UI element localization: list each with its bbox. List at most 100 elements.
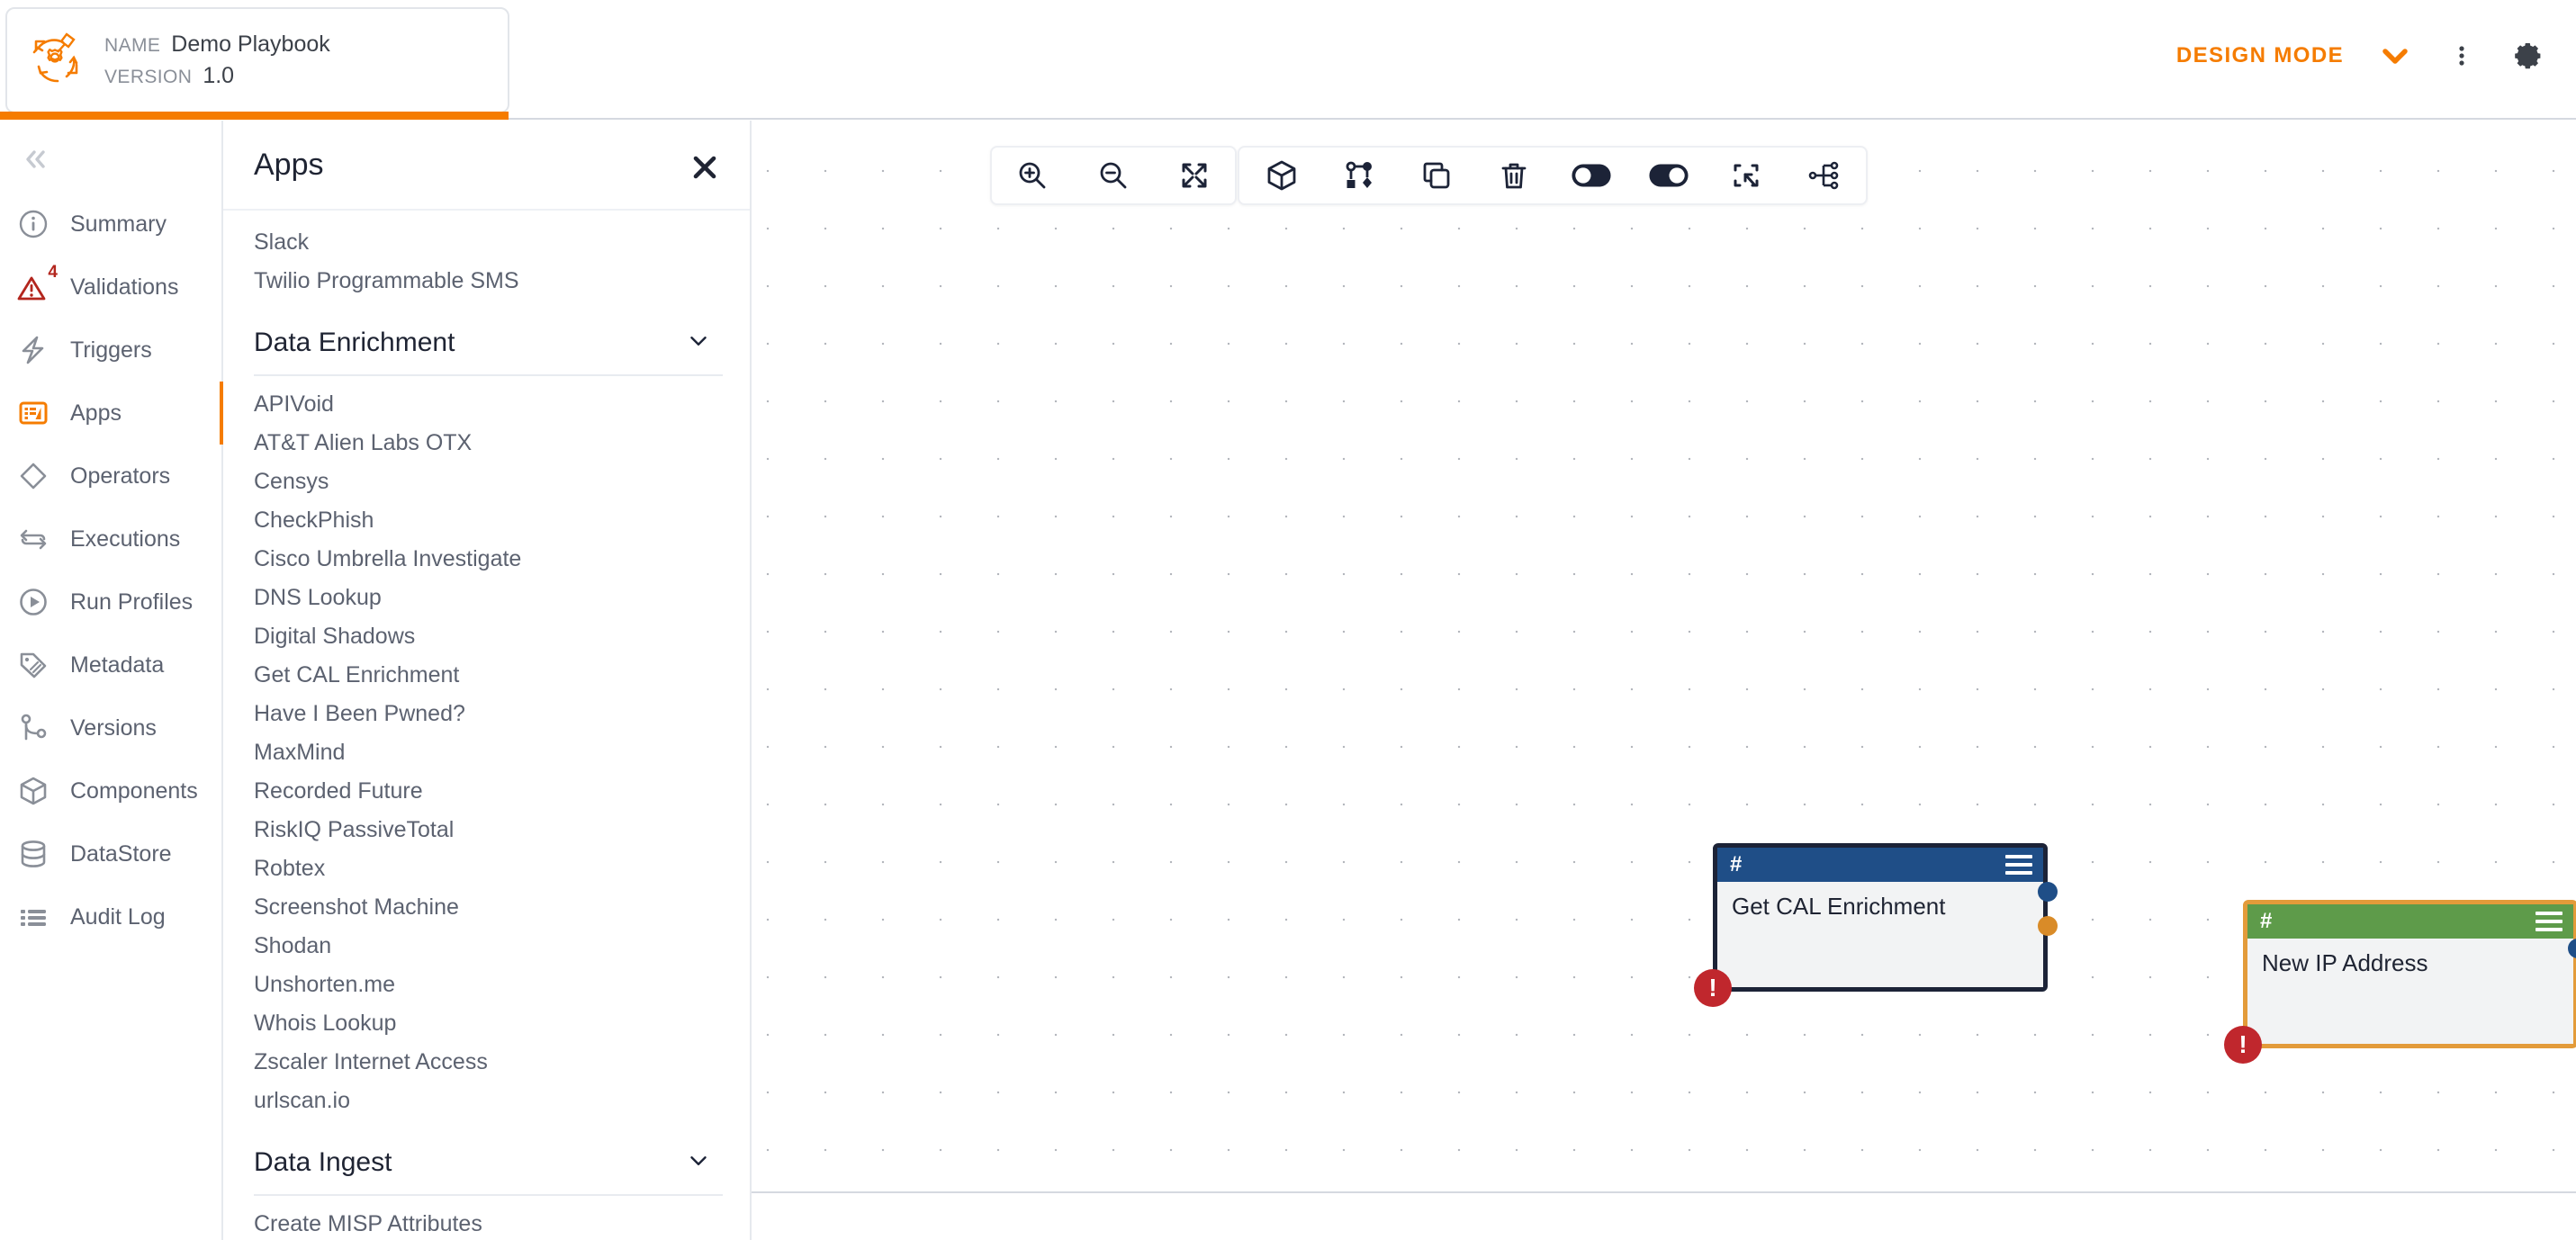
app-list-item[interactable]: Shodan [223,927,750,966]
chevron-down-icon[interactable] [685,328,712,359]
fit-screen-icon[interactable] [1174,155,1215,196]
app-list-item[interactable]: Slack [223,223,750,262]
left-nav-rail: Summary 4 Validations Triggers Apps Oper… [0,121,225,1240]
playbook-version-row: VERSION 1.0 [104,63,330,89]
sidebar-label: Versions [70,714,157,741]
sidebar-label: Components [70,777,198,804]
node-error-badge[interactable]: ! [1694,969,1732,1007]
chevron-down-icon[interactable] [685,1147,712,1179]
apps-form-icon [14,394,52,432]
group-divider [254,1194,723,1196]
node-body: New IP Address [2247,939,2573,1044]
sidebar-label: Summary [70,211,167,237]
workflow-canvas[interactable]: # Get CAL Enrichment! # New IP Address! [752,121,2576,1191]
node-header: # [2247,904,2573,939]
cube-icon[interactable] [1261,155,1302,196]
app-list-item[interactable]: DNS Lookup [223,579,750,617]
node-menu-icon[interactable] [2535,912,2562,931]
app-list-item[interactable]: Cisco Umbrella Investigate [223,540,750,579]
cube-icon [14,772,52,810]
apps-panel: Apps Slack Twilio Programmable SMS Data En… [223,121,752,1240]
group-divider [254,374,723,376]
warning-triangle-icon: 4 [14,263,58,306]
sidebar-item-components[interactable]: Components [0,759,223,822]
app-list-item[interactable]: APIVoid [223,385,750,424]
app-list-item[interactable]: Recorded Future [223,772,750,811]
sidebar-item-versions[interactable]: Versions [0,696,223,759]
output-port-orange[interactable] [2038,916,2058,936]
trash-icon[interactable] [1493,155,1535,196]
hierarchy-icon[interactable] [1803,155,1844,196]
node-error-badge[interactable]: ! [2224,1026,2262,1064]
app-list-item[interactable]: Censys [223,463,750,501]
app-list-item[interactable]: Get CAL Enrichment [223,656,750,695]
toggle-on-icon[interactable] [1648,155,1689,196]
app-group-title: Data Ingest [254,1147,392,1177]
app-list-item[interactable]: Digital Shadows [223,617,750,656]
sidebar-item-metadata[interactable]: Metadata [0,633,223,696]
sidebar-item-validations[interactable]: 4 Validations [0,256,223,319]
app-group-header[interactable]: Data Enrichment [223,311,750,374]
node-header: # [1717,848,2043,882]
app-list-item[interactable]: CheckPhish [223,501,750,540]
node-title: New IP Address [2262,949,2428,976]
app-group-title: Data Enrichment [254,328,455,357]
zoom-toolbar [990,146,1237,205]
app-group-header[interactable]: Data Ingest [223,1131,750,1194]
more-vertical-icon[interactable] [2446,35,2477,76]
copy-icon[interactable] [1416,155,1457,196]
sidebar-item-operators[interactable]: Operators [0,445,223,508]
sidebar-item-executions[interactable]: Executions [0,508,223,571]
toggle-off-icon[interactable] [1571,155,1612,196]
sidebar-label: DataStore [70,840,172,867]
app-list-item[interactable]: Create MISP Attributes [223,1205,750,1240]
app-list-item[interactable]: Twilio Programmable SMS [223,262,750,301]
zoom-out-icon[interactable] [1093,155,1134,196]
settings-gear-icon[interactable] [2508,35,2549,76]
node-graph-icon[interactable] [1338,155,1380,196]
app-list-item[interactable]: RiskIQ PassiveTotal [223,811,750,849]
apps-panel-list[interactable]: Slack Twilio Programmable SMS Data Enrichm… [223,211,750,1240]
sidebar-item-datastore[interactable]: DataStore [0,822,223,885]
diamond-icon [14,457,52,495]
collapse-sidebar-button[interactable] [14,139,56,180]
output-port-blue[interactable] [2038,882,2058,902]
sidebar-item-apps[interactable]: Apps [0,382,225,445]
node-menu-icon[interactable] [2005,855,2032,875]
sidebar-nav-list: Summary 4 Validations Triggers Apps Oper… [0,193,225,948]
node-get-cal-enrichment[interactable]: # Get CAL Enrichment! [1694,843,2058,1007]
sidebar-item-run-profiles[interactable]: Run Profiles [0,571,223,633]
sidebar-item-triggers[interactable]: Triggers [0,319,223,382]
chevron-down-icon[interactable] [2374,35,2416,76]
version-label: VERSION [104,67,193,87]
design-mode-label[interactable]: DESIGN MODE [2176,43,2344,68]
app-list-item[interactable]: Zscaler Internet Access [223,1043,750,1082]
app-list-item[interactable]: AT&T Alien Labs OTX [223,424,750,463]
app-list-item[interactable]: Robtex [223,849,750,888]
sidebar-item-audit-log[interactable]: Audit Log [0,885,223,948]
app-list-item[interactable]: Screenshot Machine [223,888,750,927]
node-new-ip-address[interactable]: # New IP Address! [2224,900,2576,1064]
list-icon [14,898,52,936]
app-list-item[interactable]: Have I Been Pwned? [223,695,750,733]
database-icon [14,835,52,873]
node-title: Get CAL Enrichment [1732,893,1946,920]
app-list-item[interactable]: urlscan.io [223,1082,750,1120]
sidebar-label: Operators [70,463,171,489]
app-list-item[interactable]: MaxMind [223,733,750,772]
branch-icon [14,709,52,747]
playbook-gear-icon [27,31,86,90]
validations-badge-count: 4 [48,263,58,282]
zoom-in-icon[interactable] [1012,155,1053,196]
sidebar-item-summary[interactable]: Summary [0,193,223,256]
name-label: NAME [104,35,161,56]
close-x-icon[interactable] [685,148,725,187]
sidebar-label: Executions [70,526,181,552]
sidebar-label: Apps [70,400,122,426]
play-circle-icon [14,583,52,621]
app-list-item[interactable]: Whois Lookup [223,1004,750,1043]
node-body: Get CAL Enrichment [1717,882,2043,987]
select-area-icon[interactable] [1725,155,1767,196]
app-list-item[interactable]: Unshorten.me [223,966,750,1004]
tag-icon [14,646,52,684]
